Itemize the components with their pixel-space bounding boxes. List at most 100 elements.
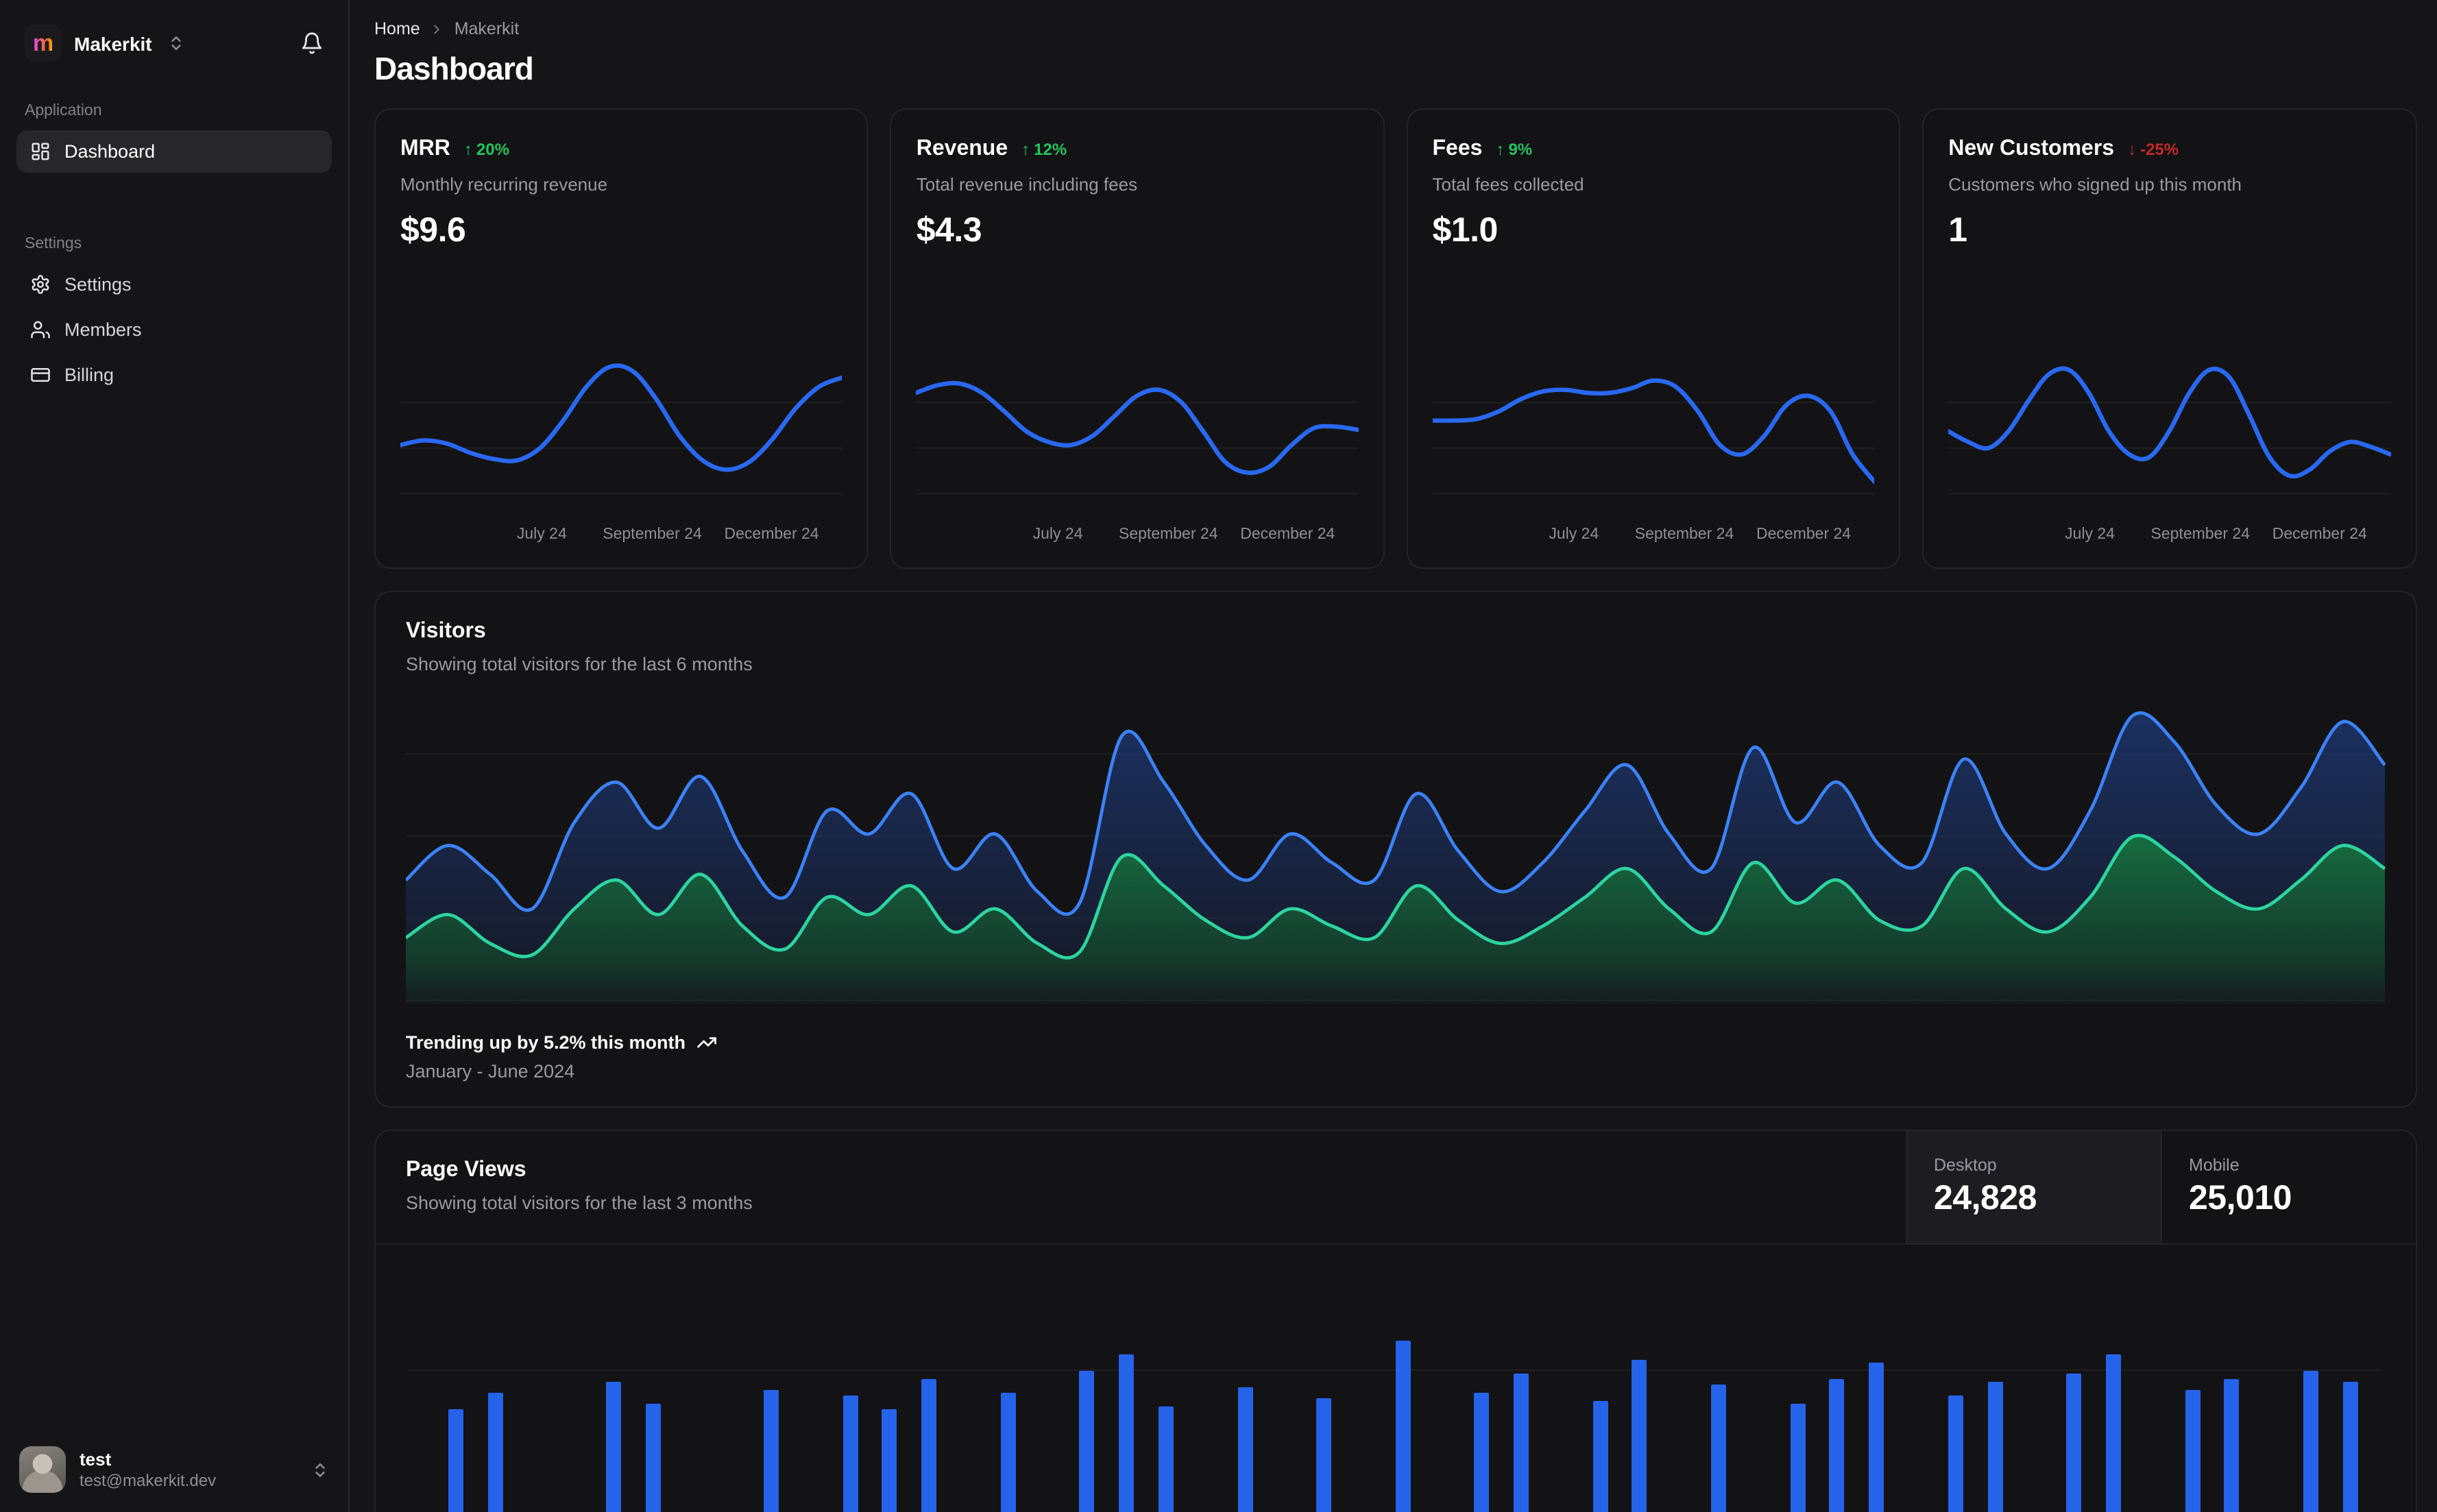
sidebar: m Makerkit Application Dashboard Settings S… — [0, 0, 350, 1512]
visitors-card: Visitors Showing total visitors for the … — [374, 591, 2416, 1108]
stat-trend-value: 9% — [1508, 140, 1532, 159]
chevron-right-icon — [430, 21, 445, 36]
stat-trend-badge: ↑ 12% — [1021, 140, 1067, 159]
stat-card-mrr: MRR ↑ 20% Monthly recurring revenue $9.6… — [374, 108, 869, 569]
page-views-bar — [2224, 1379, 2240, 1512]
page-views-bar — [1711, 1385, 1726, 1512]
stat-trend-value: -25% — [2140, 140, 2179, 159]
stat-value: 1 — [1948, 211, 2390, 251]
page-views-toggle-desktop[interactable]: Desktop 24,828 — [1905, 1131, 2160, 1243]
page-views-bar — [1869, 1363, 1884, 1512]
x-axis-label: July 24 — [2065, 526, 2115, 543]
page-views-bar — [1237, 1387, 1252, 1512]
sidebar-item-label: Members — [64, 319, 142, 340]
visitors-trend-text: Trending up by 5.2% this month — [406, 1032, 686, 1053]
x-axis-label: December 24 — [1756, 526, 1851, 543]
user-avatar — [19, 1446, 66, 1493]
page-views-bar — [2342, 1382, 2357, 1512]
credit-card-icon — [30, 365, 51, 385]
trending-up-icon — [696, 1032, 717, 1053]
x-axis-label: December 24 — [2272, 526, 2367, 543]
stat-title: New Customers — [1948, 137, 2114, 162]
page-views-bar — [2185, 1390, 2200, 1512]
page-views-bar — [1316, 1398, 1331, 1512]
page-views-bar — [1159, 1406, 1174, 1512]
chevrons-up-down-icon — [311, 1461, 329, 1478]
user-name: test — [80, 1449, 216, 1470]
page-views-toggle-mobile[interactable]: Mobile 25,010 — [2160, 1131, 2415, 1243]
stat-subtitle: Total fees collected — [1433, 174, 1875, 195]
page-views-bar — [606, 1382, 621, 1512]
page-views-bar — [1396, 1341, 1411, 1512]
chevrons-up-down-icon — [167, 34, 185, 52]
logo-letter: m — [33, 32, 53, 55]
device-label: Desktop — [1934, 1156, 2133, 1175]
stat-trend-badge: ↑ 9% — [1496, 140, 1532, 159]
sidebar-item-settings[interactable]: Settings — [16, 263, 332, 306]
page-views-bar — [1592, 1401, 1608, 1512]
arrow-down-icon: ↓ — [2128, 140, 2136, 159]
nav-section-label: Settings — [25, 236, 324, 252]
page-views-title: Page Views — [406, 1158, 1875, 1183]
user-menu[interactable]: test test@makerkit.dev — [16, 1441, 332, 1496]
page-views-bar — [1790, 1404, 1805, 1512]
stat-sparkline-chart[interactable] — [1433, 336, 1875, 518]
stat-sparkline-chart[interactable] — [1948, 336, 2390, 518]
page-views-card: Page Views Showing total visitors for th… — [374, 1130, 2416, 1512]
page-views-header: Page Views Showing total visitors for th… — [376, 1131, 2415, 1245]
stat-trend-badge: ↓ -25% — [2128, 140, 2179, 159]
stat-trend-badge: ↑ 20% — [464, 140, 509, 159]
users-icon — [30, 319, 51, 340]
page-views-bar — [2303, 1371, 2318, 1512]
page-views-bar — [1475, 1393, 1490, 1512]
stat-sparkline-chart[interactable] — [917, 336, 1359, 518]
page-views-bar — [922, 1379, 937, 1512]
nav-section-label: Application — [25, 103, 324, 119]
stat-title: Fees — [1433, 137, 1483, 162]
stat-subtitle: Total revenue including fees — [917, 174, 1359, 195]
page-views-bar — [764, 1390, 779, 1512]
sidebar-nav: Application Dashboard Settings Settings Memb… — [16, 62, 332, 399]
page-views-bar — [1514, 1374, 1529, 1512]
x-axis-label: September 24 — [1635, 526, 1734, 543]
page-views-bar — [645, 1404, 660, 1512]
sidebar-item-label: Settings — [64, 274, 132, 295]
page-views-bar — [1987, 1382, 2002, 1512]
makerkit-logo: m — [25, 25, 62, 62]
page-views-bar — [882, 1409, 897, 1512]
stat-sparkline-chart[interactable] — [400, 336, 842, 518]
page-views-bar — [1830, 1379, 1845, 1512]
stat-subtitle: Monthly recurring revenue — [400, 174, 842, 195]
stat-card-new-customers: New Customers ↓ -25% Customers who signe… — [1922, 108, 2416, 569]
workspace-selector[interactable]: m Makerkit — [16, 19, 332, 62]
stat-x-axis: July 24 September 24 December 24 — [400, 526, 842, 548]
sidebar-item-billing[interactable]: Billing — [16, 354, 332, 396]
x-axis-label: September 24 — [603, 526, 702, 543]
breadcrumb-current: Makerkit — [454, 19, 519, 38]
page-views-bar — [2106, 1354, 2121, 1512]
x-axis-label: July 24 — [1549, 526, 1599, 543]
breadcrumb: Home Makerkit — [374, 19, 2416, 38]
visitors-subtitle: Showing total visitors for the last 6 mo… — [406, 654, 2385, 674]
stat-card-revenue: Revenue ↑ 12% Total revenue including fe… — [890, 108, 1385, 569]
x-axis-label: September 24 — [2151, 526, 2251, 543]
page-views-subtitle: Showing total visitors for the last 3 mo… — [406, 1193, 1875, 1213]
sidebar-item-label: Billing — [64, 365, 114, 385]
arrow-up-icon: ↑ — [1021, 140, 1030, 159]
sidebar-item-members[interactable]: Members — [16, 308, 332, 351]
stat-trend-value: 12% — [1034, 140, 1067, 159]
stat-cards-row: MRR ↑ 20% Monthly recurring revenue $9.6… — [374, 108, 2416, 569]
page-views-bar-chart[interactable] — [409, 1341, 2382, 1505]
page-title: Dashboard — [374, 51, 2416, 88]
device-total: 25,010 — [2189, 1179, 2388, 1219]
visitors-area-chart[interactable] — [406, 699, 2385, 1010]
stat-trend-value: 20% — [476, 140, 509, 159]
stat-value: $1.0 — [1433, 211, 1875, 251]
main-content: Home Makerkit Dashboard MRR ↑ 20% Monthl… — [350, 0, 2437, 1512]
breadcrumb-home-link[interactable]: Home — [374, 19, 420, 38]
x-axis-label: December 24 — [725, 526, 819, 543]
sidebar-item-dashboard[interactable]: Dashboard — [16, 130, 332, 173]
notifications-bell-icon[interactable] — [298, 29, 326, 58]
stat-card-fees: Fees ↑ 9% Total fees collected $1.0 July… — [1407, 108, 1901, 569]
workspace-name: Makerkit — [74, 32, 152, 54]
